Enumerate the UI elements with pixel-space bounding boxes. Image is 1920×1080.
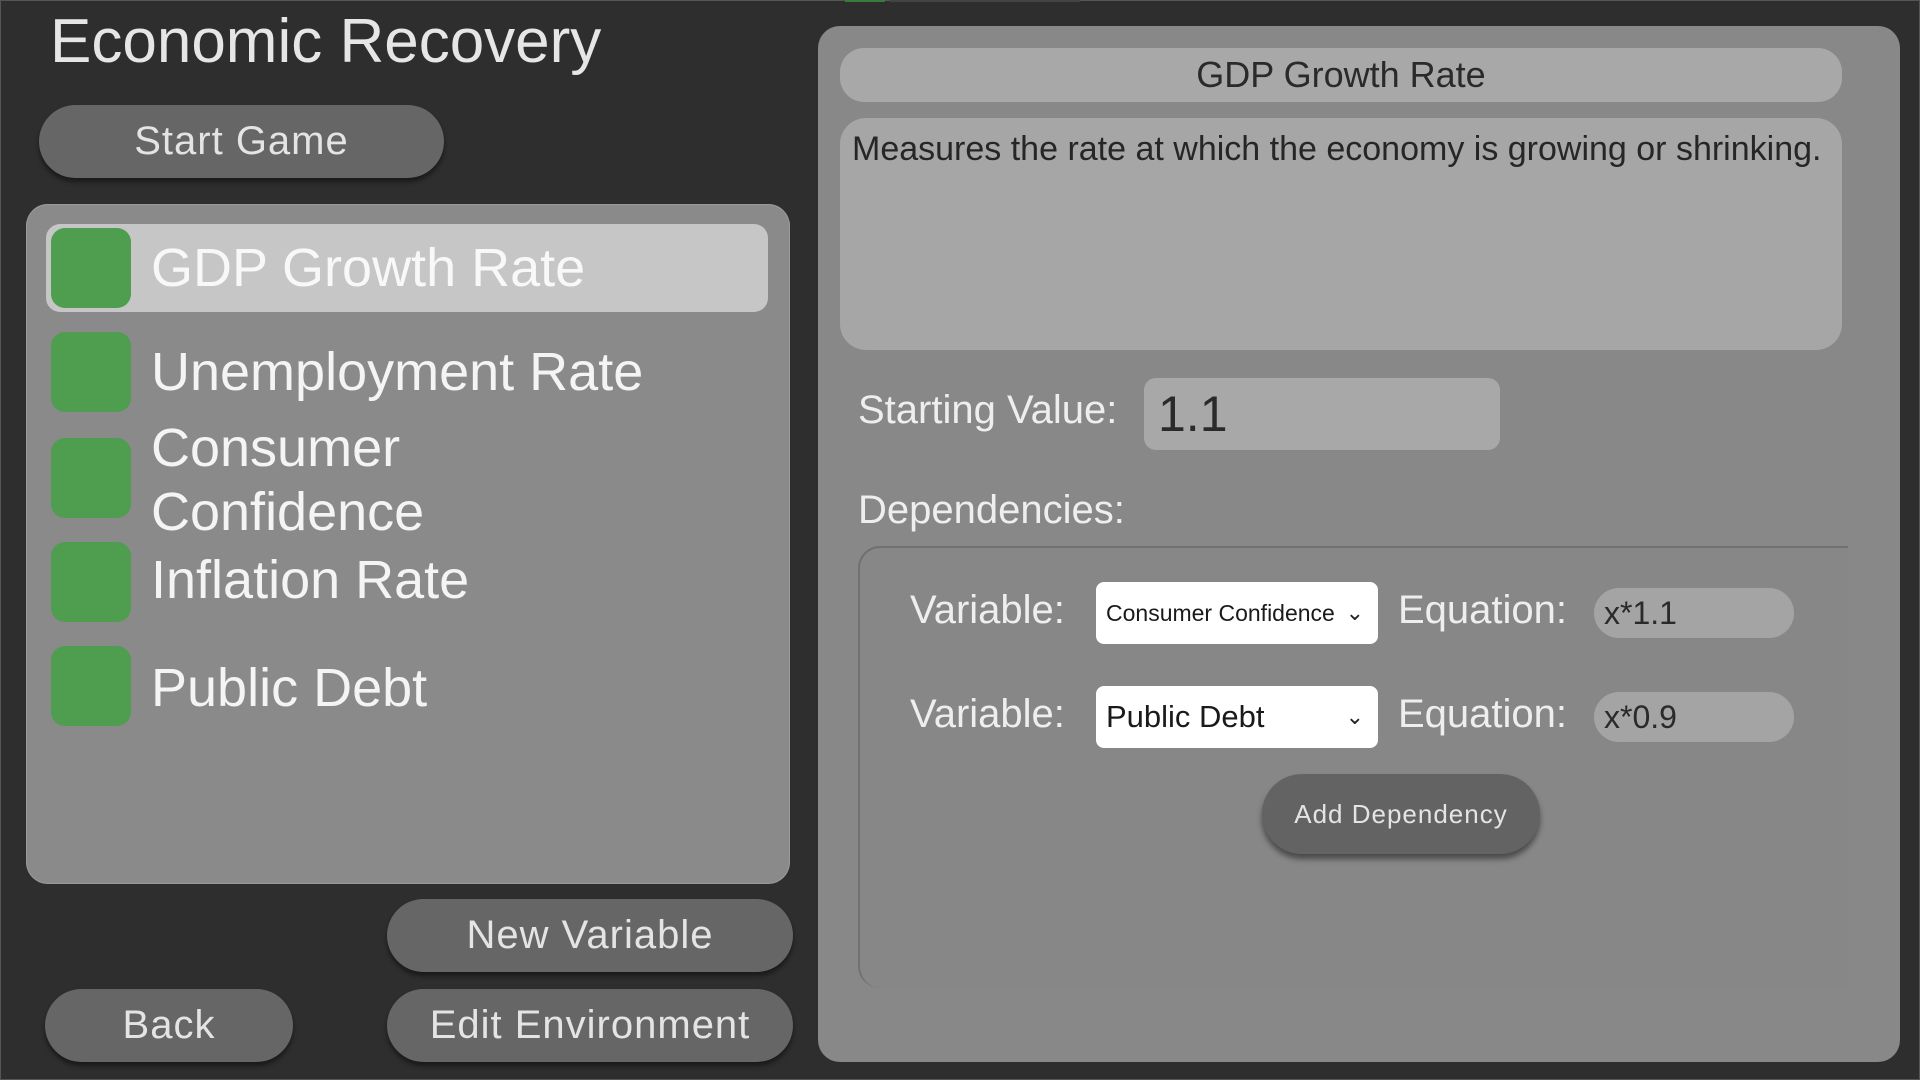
dependency-row: Variable: Consumer Confidence ⌄ Equation… xyxy=(860,582,1840,646)
color-swatch[interactable] xyxy=(51,332,131,412)
add-dependency-button[interactable]: Add Dependency xyxy=(1262,774,1540,854)
equation-label: Equation: xyxy=(1398,692,1568,736)
variable-label: Unemployment Rate xyxy=(151,342,644,402)
starting-value-label: Starting Value: xyxy=(858,388,1118,432)
color-swatch[interactable] xyxy=(51,438,131,518)
top-indicator xyxy=(845,0,885,2)
dropdown-value: Consumer Confidence xyxy=(1106,599,1335,626)
back-button[interactable]: Back xyxy=(45,989,293,1062)
top-indicator-track xyxy=(890,0,1080,2)
variable-label: GDP Growth Rate xyxy=(151,238,586,298)
starting-value-input[interactable]: 1.1 xyxy=(1144,378,1500,450)
dependency-row: Variable: Public Debt ⌄ Equation: x*0.9 xyxy=(860,686,1840,750)
variable-dropdown[interactable]: Consumer Confidence ⌄ xyxy=(1096,582,1378,644)
variable-label: Public Debt xyxy=(151,658,428,718)
variable-list: GDP Growth Rate Unemployment Rate Consum… xyxy=(26,204,790,884)
variable-label: Variable: xyxy=(910,588,1065,632)
variable-label: Consumer Confidence xyxy=(151,418,425,542)
edit-environment-button[interactable]: Edit Environment xyxy=(387,989,793,1062)
color-swatch[interactable] xyxy=(51,542,131,622)
variable-name-field[interactable]: GDP Growth Rate xyxy=(840,48,1842,102)
chevron-down-icon: ⌄ xyxy=(1345,600,1364,625)
dependencies-label: Dependencies: xyxy=(858,488,1125,532)
dependencies-panel: Variable: Consumer Confidence ⌄ Equation… xyxy=(858,546,1848,988)
dropdown-value: Public Debt xyxy=(1106,699,1265,734)
variable-item-gdp-growth-rate[interactable]: GDP Growth Rate xyxy=(46,224,768,312)
variable-detail-panel: GDP Growth Rate Measures the rate at whi… xyxy=(818,26,1900,1062)
color-swatch[interactable] xyxy=(51,646,131,726)
variable-label: Inflation Rate xyxy=(151,550,470,610)
variable-dropdown[interactable]: Public Debt ⌄ xyxy=(1096,686,1378,748)
equation-input[interactable]: x*0.9 xyxy=(1594,692,1794,742)
chevron-down-icon: ⌄ xyxy=(1345,704,1364,729)
equation-label: Equation: xyxy=(1398,588,1568,632)
start-game-button[interactable]: Start Game xyxy=(39,105,444,178)
variable-label: Variable: xyxy=(910,692,1065,736)
description-field[interactable]: Measures the rate at which the economy i… xyxy=(840,118,1842,350)
variable-item-consumer-confidence[interactable]: Consumer Confidence xyxy=(46,418,746,552)
new-variable-button[interactable]: New Variable xyxy=(387,899,793,972)
equation-input[interactable]: x*1.1 xyxy=(1594,588,1794,638)
page-title: Economic Recovery xyxy=(50,7,602,76)
color-swatch[interactable] xyxy=(51,228,131,308)
